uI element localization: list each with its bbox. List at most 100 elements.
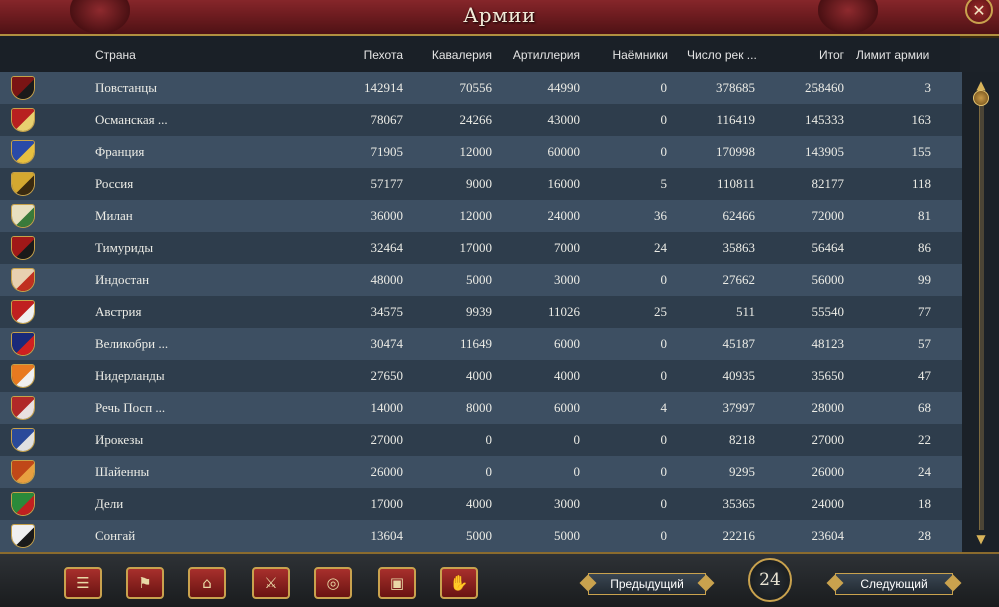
flag-icon: ⚑ [138,574,152,592]
header-cavalry[interactable]: Кавалерия [410,48,492,62]
total-cell: 48123 [811,336,845,351]
table-row[interactable]: Повстанцы 142914 70556 44990 0 378685 258460 3 [0,72,962,104]
country-name-cell[interactable]: Речь Посп ... [95,400,165,416]
shield-fill [12,493,34,515]
header-artillery[interactable]: Артиллерия [500,48,580,62]
army-limit-cell: 22 [918,432,931,447]
total-cell: 28000 [811,400,845,415]
table-row[interactable]: Франция 71905 12000 60000 0 170998 143905 155 [0,136,962,168]
cavalry-cell: 0 [485,432,493,447]
mercenaries-cell: 5 [660,176,668,191]
country-name-cell[interactable]: Нидерланды [95,368,165,384]
artillery-cell: 6000 [554,336,580,351]
artillery-cell: 7000 [554,240,580,255]
scroll-thumb[interactable] [973,90,989,106]
military-button[interactable]: ⚔ [252,567,290,599]
scrollbar[interactable]: ▲ ▼ [962,72,999,552]
table-row[interactable]: Шайенны 26000 0 0 0 9295 26000 24 [0,456,962,488]
shield-fill [12,301,34,323]
country-name-cell[interactable]: Дели [95,496,123,512]
country-name-cell[interactable]: Османская ... [95,112,168,128]
infantry-cell: 27000 [370,432,404,447]
infantry-cell: 17000 [370,496,404,511]
mercenaries-cell: 0 [660,272,668,287]
shield-fill [12,525,34,547]
economy-button[interactable]: ◎ [314,567,352,599]
country-shield-icon [11,172,35,196]
army-limit-cell: 118 [911,176,931,191]
cavalry-cell: 11649 [459,336,492,351]
header-army-limit[interactable]: Лимит армии [856,48,929,62]
table-row[interactable]: Великобри ... 30474 11649 6000 0 45187 48123 57 [0,328,962,360]
mercenaries-cell: 0 [660,496,668,511]
country-name-cell[interactable]: Сонгай [95,528,135,544]
country-name-cell[interactable]: Австрия [95,304,142,320]
total-cell: 23604 [811,528,845,543]
table-row[interactable]: Сонгай 13604 5000 5000 0 22216 23604 28 [0,520,962,552]
infantry-cell: 32464 [370,240,404,255]
diplomacy-button[interactable]: ✋ [440,567,478,599]
coins-icon: ◎ [326,574,340,592]
mercenaries-cell: 0 [660,112,668,127]
table-row[interactable]: Тимуриды 32464 17000 7000 24 35863 56464 86 [0,232,962,264]
country-name-cell[interactable]: Франция [95,144,144,160]
next-page-button[interactable]: Следующий [835,573,953,595]
scroll-track[interactable] [979,90,984,530]
infantry-cell: 34575 [370,304,404,319]
table-row[interactable]: Османская ... 78067 24266 43000 0 116419 14533… [0,104,962,136]
shield-fill [12,205,34,227]
country-name-cell[interactable]: Индостан [95,272,149,288]
mercenaries-cell: 0 [660,464,668,479]
total-cell: 24000 [811,496,845,511]
flag-button[interactable]: ⚑ [126,567,164,599]
table-row[interactable]: Россия 57177 9000 16000 5 110811 82177 118 [0,168,962,200]
artillery-cell: 11026 [547,304,580,319]
country-name-cell[interactable]: Повстанцы [95,80,157,96]
mercenaries-cell: 36 [654,208,667,223]
trade-button[interactable]: ▣ [378,567,416,599]
army-limit-cell: 163 [911,112,932,127]
country-shield-icon [11,460,35,484]
recruits-cell: 37997 [722,400,756,415]
country-name-cell[interactable]: Россия [95,176,133,192]
country-name-cell[interactable]: Великобри ... [95,336,168,352]
shield-fill [12,269,34,291]
header-infantry[interactable]: Пехота [330,48,403,62]
buildings-icon: ⌂ [202,574,212,592]
header-recruits[interactable]: Число рек ... [687,48,757,62]
header-country[interactable]: Страна [95,48,136,62]
artillery-cell: 44990 [547,80,581,95]
country-name-cell[interactable]: Тимуриды [95,240,153,256]
ledger-button[interactable]: ☰ [64,567,102,599]
header-mercenaries[interactable]: Наёмники [590,48,668,62]
table-row[interactable]: Милан 36000 12000 24000 36 62466 72000 81 [0,200,962,232]
table-row[interactable]: Нидерланды 27650 4000 4000 0 40935 35650 47 [0,360,962,392]
infantry-cell: 13604 [370,528,404,543]
table-row[interactable]: Речь Посп ... 14000 8000 6000 4 37997 28000 68 [0,392,962,424]
recruits-cell: 45187 [722,336,756,351]
artillery-cell: 43000 [547,112,581,127]
country-name-cell[interactable]: Ирокезы [95,432,143,448]
shield-fill [12,429,34,451]
table-row[interactable]: Индостан 48000 5000 3000 0 27662 56000 99 [0,264,962,296]
total-cell: 258460 [805,80,844,95]
table-row[interactable]: Австрия 34575 9939 11026 25 511 55540 77 [0,296,962,328]
buildings-button[interactable]: ⌂ [188,567,226,599]
recruits-cell: 40935 [722,368,756,383]
table-row[interactable]: Ирокезы 27000 0 0 0 8218 27000 22 [0,424,962,456]
artillery-cell: 6000 [554,400,580,415]
previous-page-button[interactable]: Предыдущий [588,573,706,595]
table-row[interactable]: Дели 17000 4000 3000 0 35365 24000 18 [0,488,962,520]
country-name-cell[interactable]: Милан [95,208,133,224]
infantry-cell: 78067 [370,112,404,127]
country-shield-icon [11,76,35,100]
recruits-cell: 35863 [722,240,756,255]
header-total[interactable]: Итог [780,48,844,62]
recruits-cell: 62466 [722,208,756,223]
country-name-cell[interactable]: Шайенны [95,464,149,480]
scroll-down-arrow-icon[interactable]: ▼ [972,530,990,548]
artillery-cell: 0 [573,464,581,479]
title-bar: Армии [0,0,999,36]
total-cell: 55540 [811,304,845,319]
ledger-icon: ☰ [76,574,90,592]
